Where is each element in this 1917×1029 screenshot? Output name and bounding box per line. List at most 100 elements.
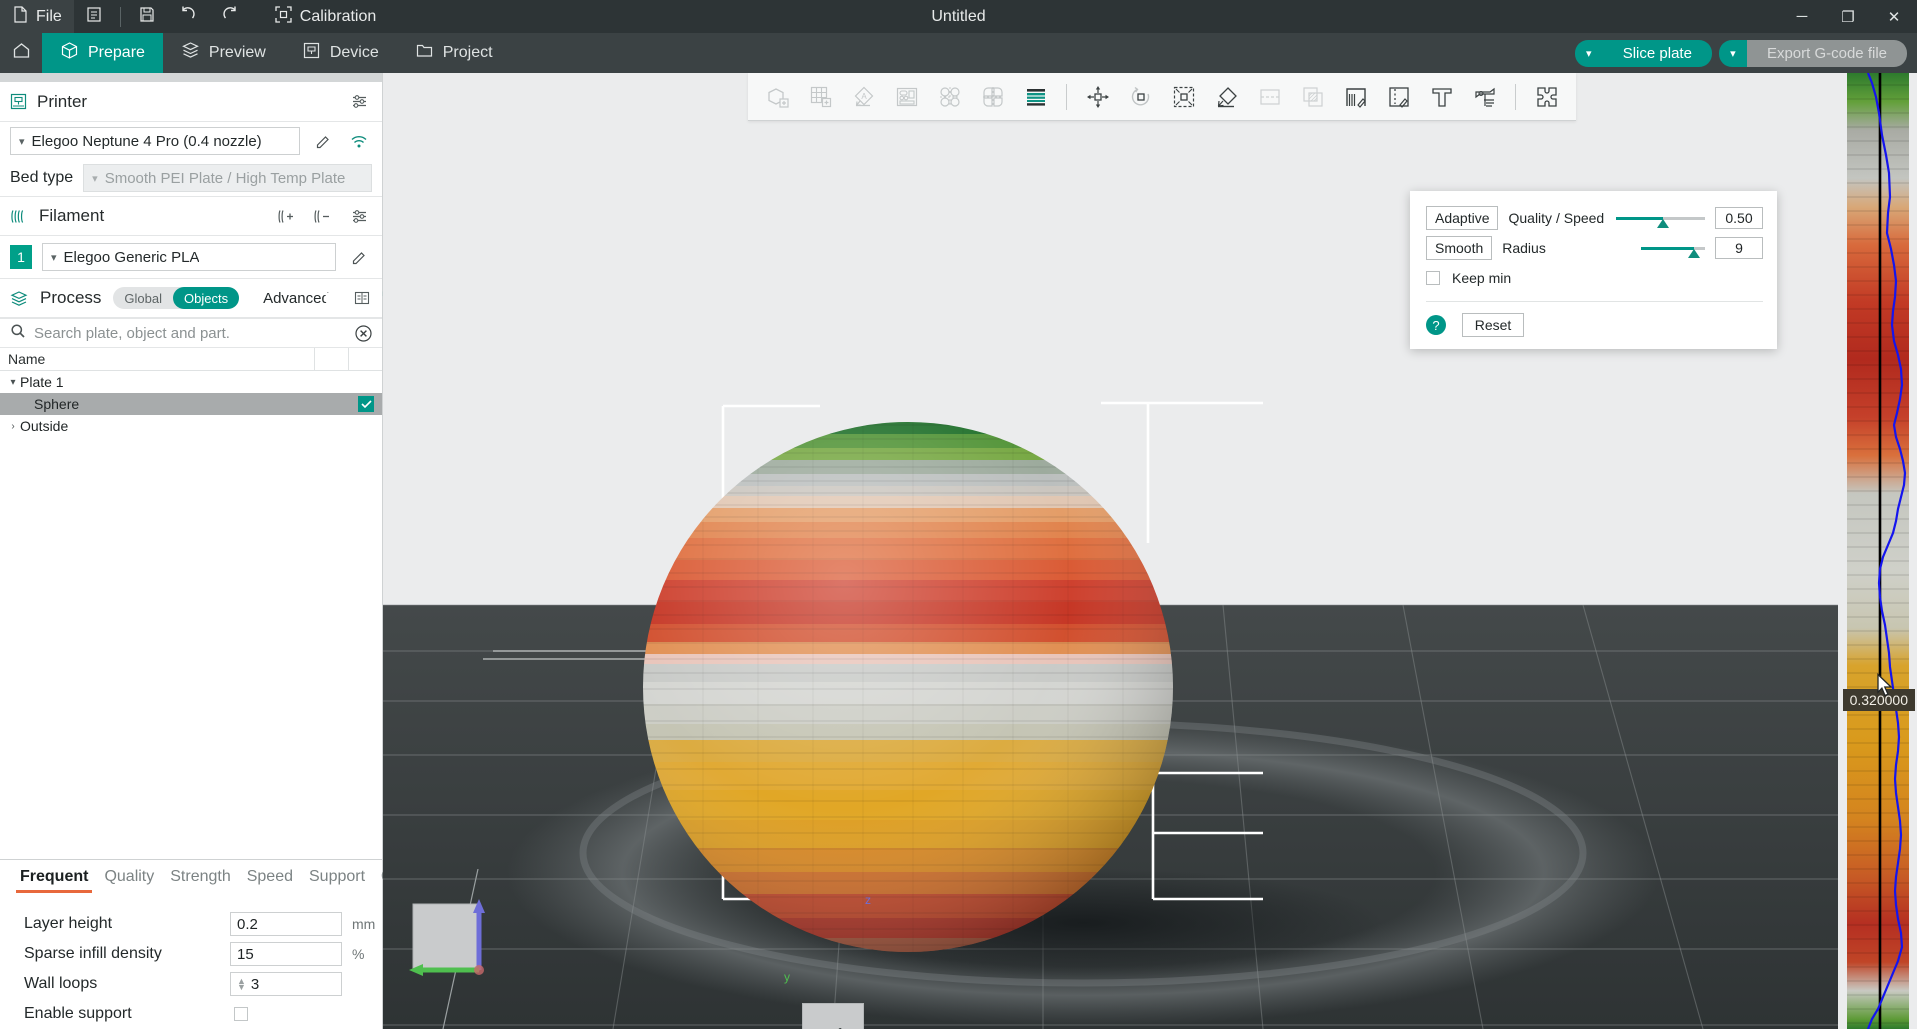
tab-device[interactable]: Device <box>284 33 397 73</box>
bed-type-select[interactable]: ▾ Smooth PEI Plate / High Temp Plate <box>83 164 372 192</box>
split-to-parts-icon[interactable] <box>971 76 1014 118</box>
clear-icon[interactable] <box>354 324 372 342</box>
seam-painting-icon[interactable] <box>1377 76 1420 118</box>
menu-button[interactable] <box>74 0 114 33</box>
rotate-icon[interactable] <box>1119 76 1162 118</box>
auto-arrange-icon[interactable]: A <box>842 76 885 118</box>
view-cube[interactable]: Left <box>802 1003 864 1029</box>
tab-support[interactable]: Support <box>301 868 373 893</box>
chevron-right-icon[interactable]: › <box>6 421 20 432</box>
quality-speed-slider[interactable] <box>1616 208 1705 228</box>
toolbar-divider <box>1515 83 1516 110</box>
measure-icon[interactable] <box>1463 76 1506 118</box>
wall-loops-stepper[interactable]: ▲ ▼ 3 <box>230 972 342 996</box>
slider-thumb[interactable] <box>1656 219 1669 228</box>
export-gcode-split-button[interactable]: ▾ Export G-code file <box>1718 39 1907 67</box>
slice-plate-dropdown-button[interactable]: ▾ <box>1574 39 1603 67</box>
filament-remove-icon[interactable] <box>310 203 336 229</box>
sparse-infill-density-input[interactable]: 15 <box>230 942 342 966</box>
edit-printer-button[interactable] <box>310 128 336 154</box>
tab-preview[interactable]: Preview <box>163 33 284 73</box>
layer-height-input[interactable]: 0.2 <box>230 912 342 936</box>
move-icon[interactable] <box>1076 76 1119 118</box>
assembly-view-icon[interactable] <box>1525 76 1568 118</box>
enable-support-checkbox[interactable] <box>234 1007 248 1021</box>
split-to-objects-icon[interactable] <box>928 76 971 118</box>
variable-layer-height-icon[interactable] <box>1014 76 1057 118</box>
export-gcode-dropdown-button[interactable]: ▾ <box>1718 39 1747 67</box>
radius-value[interactable]: 9 <box>1715 237 1763 259</box>
place-on-face-icon[interactable] <box>1205 76 1248 118</box>
folder-icon <box>415 41 434 65</box>
maximize-button[interactable]: ❐ <box>1825 0 1871 33</box>
param-label: Wall loops <box>24 975 98 992</box>
tree-row-outside[interactable]: › Outside <box>0 415 382 437</box>
save-button[interactable] <box>127 0 167 33</box>
process-scope-global[interactable]: Global <box>113 287 173 309</box>
support-painting-icon[interactable] <box>1334 76 1377 118</box>
filament-settings-button[interactable] <box>346 203 372 229</box>
help-icon[interactable]: ? <box>1426 315 1446 335</box>
export-gcode-button[interactable]: Export G-code file <box>1746 39 1907 67</box>
tab-frequent[interactable]: Frequent <box>12 868 96 893</box>
minimize-button[interactable]: ─ <box>1779 0 1825 33</box>
tab-project-label: Project <box>442 44 493 61</box>
process-scope-objects[interactable]: Objects <box>173 287 240 309</box>
tab-device-label: Device <box>329 44 379 61</box>
redo-button[interactable] <box>209 0 251 33</box>
object-visible-checkbox[interactable] <box>358 396 374 412</box>
tab-quality[interactable]: Quality <box>96 868 162 893</box>
cut-icon[interactable] <box>1248 76 1291 118</box>
tree-row-sphere[interactable]: Sphere <box>0 393 382 415</box>
adaptive-row: Adaptive Quality / Speed 0.50 <box>1426 203 1763 233</box>
filament-select[interactable]: ▾ Elegoo Generic PLA <box>42 243 336 271</box>
filament-slot-badge[interactable]: 1 <box>10 245 32 269</box>
filament-add-icon[interactable] <box>274 203 300 229</box>
close-button[interactable]: ✕ <box>1871 0 1917 33</box>
radius-slider[interactable] <box>1610 238 1705 258</box>
chevron-down-icon: ▾ <box>92 172 98 185</box>
layer-profile-chart[interactable] <box>1838 73 1917 1029</box>
smooth-button[interactable]: Smooth <box>1426 236 1493 260</box>
quality-speed-value[interactable]: 0.50 <box>1715 207 1763 229</box>
printer-model-select[interactable]: ▾ Elegoo Neptune 4 Pro (0.4 nozzle) <box>10 127 300 155</box>
scale-icon[interactable] <box>1162 76 1205 118</box>
adaptive-button[interactable]: Adaptive <box>1426 206 1499 230</box>
chevron-down-icon: ▾ <box>51 251 57 264</box>
auto-orient-icon[interactable] <box>885 76 928 118</box>
bed-type-label: Bed type <box>10 169 74 186</box>
printer-settings-button[interactable] <box>346 89 372 115</box>
edit-filament-button[interactable] <box>346 244 372 270</box>
calibration-button[interactable]: Calibration <box>263 0 388 33</box>
add-plate-icon[interactable] <box>799 76 842 118</box>
add-object-icon[interactable] <box>756 76 799 118</box>
home-button[interactable] <box>0 33 42 73</box>
mesh-boolean-icon[interactable] <box>1291 76 1334 118</box>
reset-button[interactable]: Reset <box>1462 313 1524 337</box>
chevron-down-icon[interactable]: ▾ <box>6 377 20 388</box>
undo-button[interactable] <box>167 0 209 33</box>
tab-project[interactable]: Project <box>397 33 511 73</box>
layer-height-profile-strip[interactable]: 0.320000 <box>1838 73 1917 1029</box>
3d-viewport[interactable]: ‹› <box>383 73 1838 1029</box>
process-scope-toggle[interactable]: Global Objects <box>113 287 240 309</box>
search-input[interactable] <box>34 324 346 342</box>
tree-row-plate-1[interactable]: ▾ Plate 1 <box>0 371 382 393</box>
param-row-layer-height: Layer height 0.2 mm <box>0 909 382 939</box>
slice-plate-button[interactable]: Slice plate <box>1602 39 1712 67</box>
spinner-icon[interactable]: ▲ ▼ <box>237 977 246 992</box>
file-menu-label: File <box>36 7 62 25</box>
text-shape-icon[interactable] <box>1420 76 1463 118</box>
tab-strength[interactable]: Strength <box>162 868 238 893</box>
slider-thumb[interactable] <box>1687 249 1700 258</box>
view-orientation-gizmo[interactable] <box>383 869 643 1029</box>
tab-prepare[interactable]: Prepare <box>42 33 163 73</box>
slice-plate-split-button[interactable]: ▾ Slice plate <box>1574 39 1712 67</box>
tab-speed[interactable]: Speed <box>239 868 301 893</box>
toolbar-divider <box>119 6 121 27</box>
keep-min-checkbox[interactable] <box>1426 271 1440 285</box>
compare-icon[interactable] <box>354 285 370 311</box>
wifi-icon[interactable] <box>346 128 372 154</box>
tree-row-label: Outside <box>20 418 69 434</box>
file-menu-button[interactable]: File <box>0 0 74 33</box>
